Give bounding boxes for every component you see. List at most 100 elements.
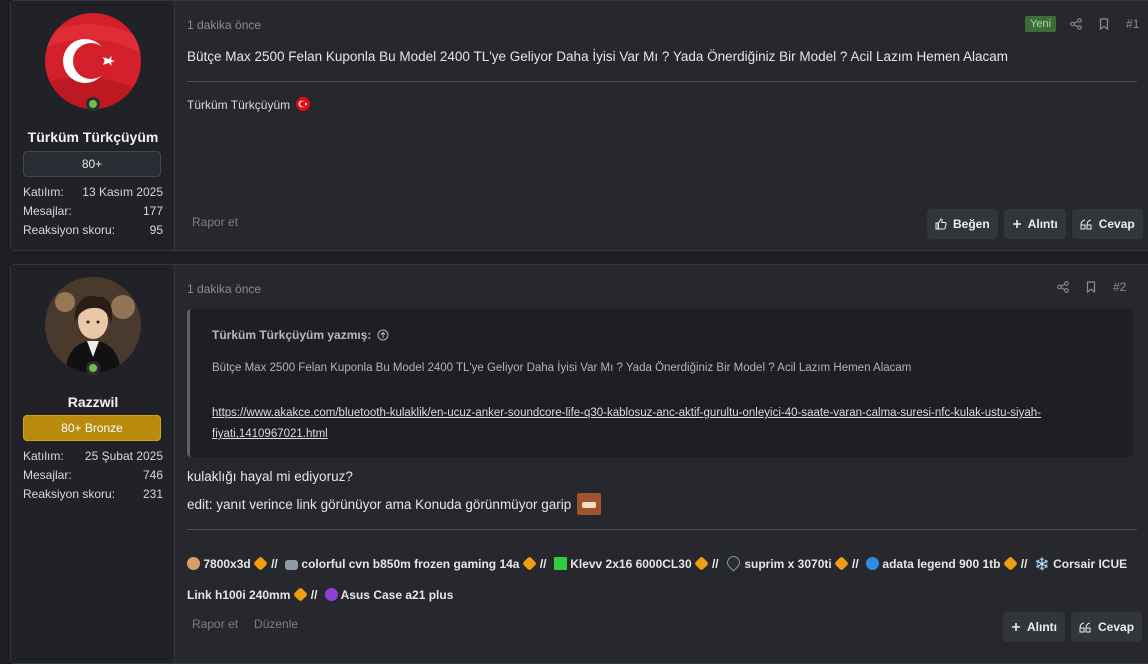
post-content: 1 dakika önce Yeni #1 Bütçe Max 2500 Fel… [175,1,1148,250]
stat-value: 95 [149,223,163,237]
report-link[interactable]: Rapor et [192,617,238,631]
stat-joined: Katılım: 13 Kasım 2025 [23,183,163,202]
stat-label: Katılım: [23,185,64,199]
plus-icon [1012,623,1020,631]
share-icon[interactable] [1070,18,1082,30]
separator: // [539,557,547,571]
green-square-icon [553,557,567,570]
avatar[interactable] [45,277,141,373]
quote-button[interactable]: Alıntı [1003,612,1065,642]
user-panel: Türküm Türkçüyüm 80+ Katılım: 13 Kasım 20… [11,1,175,250]
user-stats: Katılım: 25 Şubat 2025 Mesajlar: 746 Reaks… [23,447,163,504]
spec-ram: Klevv 2x16 6000CL30 [570,557,692,571]
snowflake-icon: ❄️ [1034,557,1050,571]
post-number[interactable]: #1 [1126,17,1139,31]
bookmark-icon[interactable] [1085,281,1097,293]
arrow-up-circle-icon[interactable] [377,329,389,341]
quote-link[interactable]: https://www.akakce.com/bluetooth-kulakli… [212,403,1112,445]
stat-value: 746 [142,468,163,482]
laptop-icon [285,560,299,570]
online-status-icon [86,361,100,375]
reply-label: Cevap [1098,217,1135,231]
post-line-1: kulaklığı hayal mi ediyoruz? [187,469,353,484]
blue-circle-icon [866,557,880,570]
stat-value: 25 Şubat 2025 [84,449,163,463]
quote-author[interactable]: Türküm Türkçüyüm yazmış: [212,328,389,342]
user-panel: Razzwil 80+ Bronze Katılım: 25 Şubat 2025… [11,265,175,663]
username[interactable]: Razzwil [11,394,175,410]
post-body: Bütçe Max 2500 Felan Kuponla Bu Model 24… [187,49,1008,64]
signature-specs: 7800x3d // colorful cvn b850m frozen gam… [187,549,1137,611]
stat-value: 231 [142,487,163,501]
stat-label: Reaksiyon skoru: [23,223,116,237]
separator: // [310,588,318,602]
quote-block: Türküm Türkçüyüm yazmış: Bütçe Max 2500 … [187,309,1133,457]
quote-button[interactable]: Alıntı [1003,209,1066,239]
spec-gpu: suprim x 3070ti [744,557,832,571]
report-link[interactable]: Rapor et [192,215,238,229]
stat-messages: Mesajlar: 177 [23,202,163,221]
stat-label: Mesajlar: [23,468,72,482]
post-actions: Alıntı Cevap [1003,612,1143,642]
edit-link[interactable]: Düzenle [254,617,298,631]
post-actions: Beğen Alıntı Cevap [927,209,1143,239]
reply-button[interactable]: Cevap [1071,209,1143,239]
spec-ssd: adata legend 900 1tb [882,557,1001,571]
reply-button[interactable]: Cevap [1071,612,1143,642]
post-1: Türküm Türkçüyüm 80+ Katılım: 13 Kasım 20… [10,0,1148,251]
palette-icon [187,557,200,570]
signature-text: Türküm Türkçüyüm [187,98,291,112]
stat-value: 13 Kasım 2025 [82,185,163,199]
quote-author-text[interactable]: Türküm Türkçüyüm yazmış: [212,328,371,342]
orange-diamond-icon [694,556,709,571]
stat-label: Reaksiyon skoru: [23,487,116,501]
share-icon[interactable] [1057,281,1069,293]
post-links: Rapor et Düzenle [192,617,298,631]
stat-reaction: Reaksiyon skoru: 95 [23,221,163,240]
username[interactable]: Türküm Türkçüyüm [11,129,175,145]
post-line-2-text: edit: yanıt verince link görünüyor ama K… [187,497,572,512]
turkey-flag-icon [296,97,311,111]
thumbs-up-icon [935,218,947,230]
online-status-icon [86,97,100,111]
black-heart-icon [724,553,743,572]
quote-marks-icon [1079,622,1091,632]
post-number[interactable]: #2 [1113,280,1126,294]
post-time[interactable]: 1 dakika önce [187,18,261,32]
spec-case: Asus Case a21 plus [340,588,454,602]
quote-text: Bütçe Max 2500 Felan Kuponla Bu Model 24… [212,362,912,374]
orange-diamond-icon [521,556,537,571]
quote-marks-icon [1080,219,1092,229]
reply-label: Cevap [1098,620,1135,634]
emoji-face-icon [576,493,601,515]
signature: Türküm Türkçüyüm [187,97,311,112]
orange-diamond-icon [253,556,268,571]
orange-diamond-icon [1002,556,1018,571]
separator: // [852,557,859,571]
stat-messages: Mesajlar: 746 [23,466,163,485]
like-button[interactable]: Beğen [927,209,998,239]
post-2: Razzwil 80+ Bronze Katılım: 25 Şubat 2025… [10,264,1148,664]
stat-label: Katılım: [23,449,64,463]
like-label: Beğen [953,217,990,231]
stat-reaction: Reaksiyon skoru: 231 [23,485,163,504]
orange-diamond-icon [834,556,849,571]
stat-value: 177 [142,204,163,218]
post-time[interactable]: 1 dakika önce [187,282,261,296]
purple-circle-icon [324,588,338,601]
bookmark-icon[interactable] [1098,18,1110,30]
signature-divider [187,529,1137,530]
separator: // [271,557,278,571]
signature-divider [187,81,1137,82]
avatar[interactable] [45,13,141,109]
rank-badge: 80+ Bronze [23,415,161,441]
stat-label: Mesajlar: [23,204,72,218]
quote-label: Alıntı [1027,620,1057,634]
orange-diamond-icon [292,587,308,602]
stat-joined: Katılım: 25 Şubat 2025 [23,447,163,466]
user-stats: Katılım: 13 Kasım 2025 Mesajlar: 177 Reaks… [23,183,163,240]
separator: // [711,557,719,571]
spec-motherboard: colorful cvn b850m frozen gaming 14a [301,557,520,571]
rank-badge: 80+ [23,151,161,177]
post-content: 1 dakika önce #2 Türküm Türkçüyüm yazmış… [175,265,1148,663]
